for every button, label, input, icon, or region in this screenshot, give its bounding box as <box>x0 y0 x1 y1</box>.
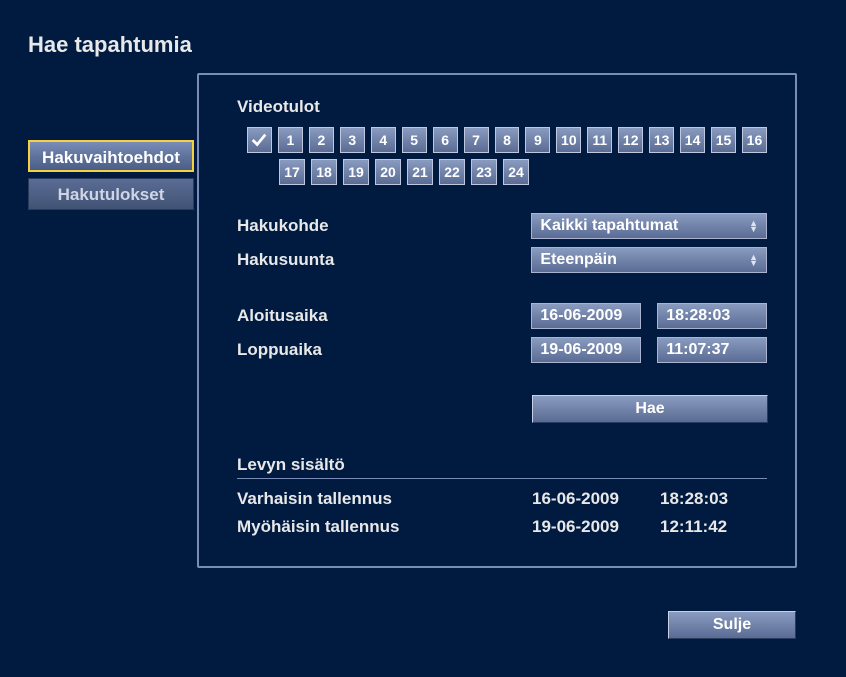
search-direction-value: Eteenpäin <box>540 251 616 269</box>
input-8[interactable]: 8 <box>495 127 520 153</box>
video-inputs-grid: 1 2 3 4 5 6 7 8 9 10 11 12 13 14 15 16 1… <box>247 127 767 185</box>
input-14[interactable]: 14 <box>680 127 705 153</box>
search-direction-dropdown[interactable]: Eteenpäin ▲▼ <box>531 247 767 273</box>
search-target-label: Hakukohde <box>237 216 531 236</box>
close-button[interactable]: Sulje <box>668 611 796 639</box>
search-button[interactable]: Hae <box>532 395 768 423</box>
input-13[interactable]: 13 <box>649 127 674 153</box>
tab-search-options[interactable]: Hakuvaihtoehdot <box>28 140 194 172</box>
input-21[interactable]: 21 <box>407 159 433 185</box>
start-date-field[interactable]: 16-06-2009 <box>531 303 641 329</box>
end-time-field[interactable]: 11:07:37 <box>657 337 767 363</box>
main-panel: Videotulot 1 2 3 4 5 6 7 8 9 10 11 12 13… <box>197 73 797 568</box>
input-3[interactable]: 3 <box>340 127 365 153</box>
latest-recording-label: Myöhäisin tallennus <box>237 517 532 537</box>
select-all-checkbox[interactable] <box>247 127 272 153</box>
input-17[interactable]: 17 <box>279 159 305 185</box>
input-22[interactable]: 22 <box>439 159 465 185</box>
earliest-recording-time: 18:28:03 <box>660 489 728 509</box>
search-direction-label: Hakusuunta <box>237 250 531 270</box>
input-7[interactable]: 7 <box>464 127 489 153</box>
updown-arrows-icon: ▲▼ <box>749 254 758 266</box>
input-11[interactable]: 11 <box>587 127 612 153</box>
earliest-recording-date: 16-06-2009 <box>532 489 660 509</box>
earliest-recording-label: Varhaisin tallennus <box>237 489 532 509</box>
input-2[interactable]: 2 <box>309 127 334 153</box>
end-time-label: Loppuaika <box>237 340 531 360</box>
input-5[interactable]: 5 <box>402 127 427 153</box>
updown-arrows-icon: ▲▼ <box>749 220 758 232</box>
page-title: Hae tapahtumia <box>28 32 192 58</box>
video-inputs-label: Videotulot <box>237 97 767 117</box>
input-6[interactable]: 6 <box>433 127 458 153</box>
input-10[interactable]: 10 <box>556 127 581 153</box>
input-16[interactable]: 16 <box>742 127 767 153</box>
input-19[interactable]: 19 <box>343 159 369 185</box>
input-4[interactable]: 4 <box>371 127 396 153</box>
search-target-dropdown[interactable]: Kaikki tapahtumat ▲▼ <box>531 213 767 239</box>
start-time-label: Aloitusaika <box>237 306 531 326</box>
input-12[interactable]: 12 <box>618 127 643 153</box>
latest-recording-time: 12:11:42 <box>660 517 727 537</box>
tab-search-results[interactable]: Hakutulokset <box>28 178 194 210</box>
input-18[interactable]: 18 <box>311 159 337 185</box>
latest-recording-date: 19-06-2009 <box>532 517 660 537</box>
input-9[interactable]: 9 <box>525 127 550 153</box>
start-time-field[interactable]: 18:28:03 <box>657 303 767 329</box>
input-20[interactable]: 20 <box>375 159 401 185</box>
search-target-value: Kaikki tapahtumat <box>540 217 678 235</box>
disk-contents-title: Levyn sisältö <box>237 455 767 479</box>
checkmark-icon <box>250 131 268 149</box>
input-15[interactable]: 15 <box>711 127 736 153</box>
end-date-field[interactable]: 19-06-2009 <box>531 337 641 363</box>
sidebar: Hakuvaihtoehdot Hakutulokset <box>28 140 194 216</box>
input-23[interactable]: 23 <box>471 159 497 185</box>
input-24[interactable]: 24 <box>503 159 529 185</box>
input-1[interactable]: 1 <box>278 127 303 153</box>
